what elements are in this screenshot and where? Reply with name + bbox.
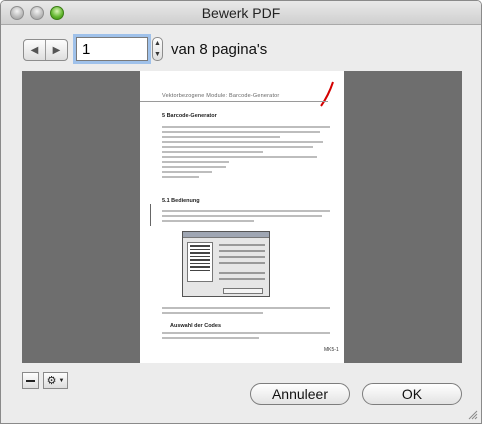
- edit-pdf-window: Bewerk PDF ◀ ▶ ▲ ▼ van 8 pagina's Vektor…: [0, 0, 482, 424]
- chevron-down-icon: ▼: [58, 377, 65, 384]
- triangle-left-icon: ◀: [30, 44, 39, 56]
- title-bar[interactable]: Bewerk PDF: [1, 1, 481, 25]
- subheading: Auswahl der Codes: [170, 323, 222, 329]
- remove-button[interactable]: [22, 372, 39, 389]
- action-menu-button[interactable]: ⚙ ▼: [43, 372, 68, 389]
- pdf-page-thumbnail: Vektorbezogene Module: Barcode-Generator…: [140, 71, 344, 363]
- previous-page-button[interactable]: ◀: [24, 40, 45, 60]
- gear-icon: ⚙: [46, 375, 57, 387]
- body-text-block: [162, 210, 330, 225]
- page-header: Vektorbezogene Module: Barcode-Generator: [162, 93, 280, 99]
- stepper-down-icon[interactable]: ▼: [154, 51, 161, 58]
- body-text-block: [162, 332, 330, 342]
- pdf-preview-area[interactable]: Vektorbezogene Module: Barcode-Generator…: [22, 71, 462, 363]
- minus-icon: [26, 379, 35, 382]
- triangle-right-icon: ▶: [52, 44, 61, 56]
- page-count-label: van 8 pagina's: [171, 41, 268, 58]
- embedded-dialog-figure: [182, 231, 270, 297]
- change-bar: [150, 204, 151, 226]
- page-number-label: MK5-1: [324, 347, 339, 353]
- window-title: Bewerk PDF: [201, 5, 281, 21]
- ok-button[interactable]: OK: [362, 383, 462, 405]
- body-text-block: [162, 126, 330, 181]
- logo-swoosh-icon: [320, 81, 334, 107]
- header-rule: [140, 101, 328, 102]
- resize-grip-icon[interactable]: [468, 410, 478, 420]
- body-text-block: [162, 307, 330, 317]
- next-page-button[interactable]: ▶: [45, 40, 67, 60]
- stepper-up-icon[interactable]: ▲: [154, 40, 161, 47]
- cancel-button[interactable]: Annuleer: [250, 383, 350, 405]
- page-number-input[interactable]: [76, 37, 148, 61]
- subsection-title: 5.1 Bedienung: [162, 198, 200, 204]
- section-title: 5 Barcode-Generator: [162, 113, 217, 119]
- page-navigation-control: ◀ ▶: [23, 39, 68, 61]
- page-stepper[interactable]: ▲ ▼: [152, 37, 163, 61]
